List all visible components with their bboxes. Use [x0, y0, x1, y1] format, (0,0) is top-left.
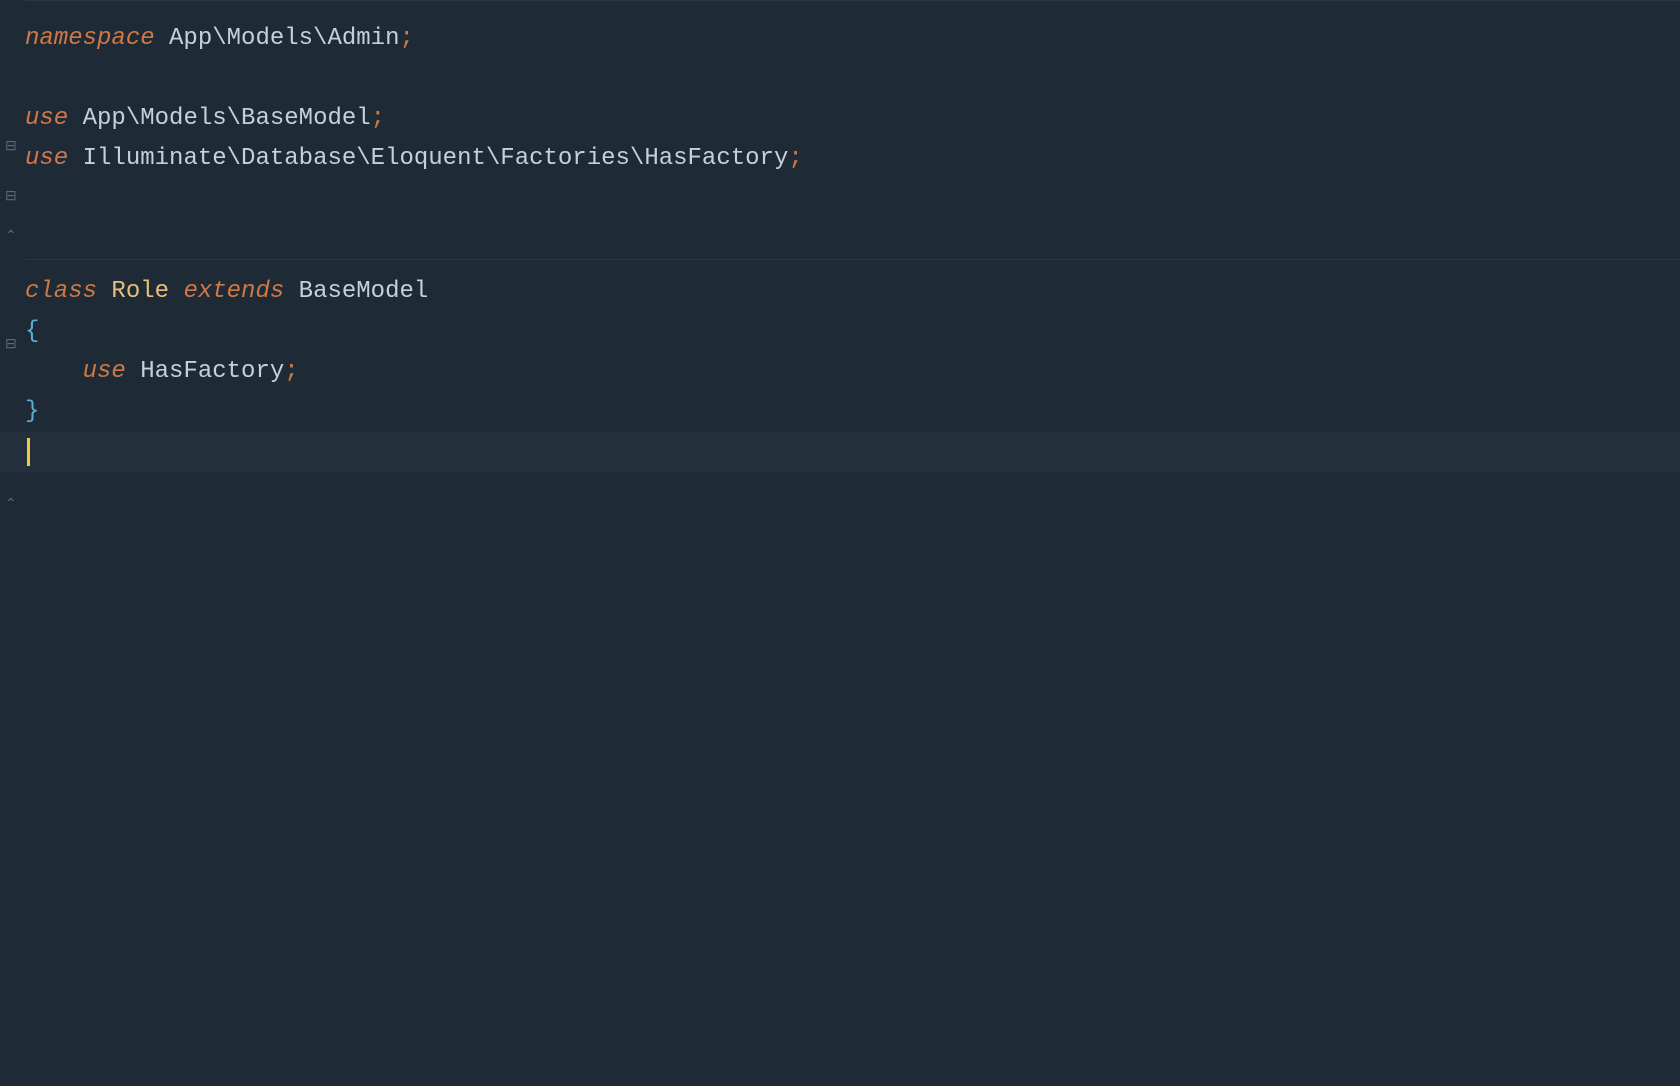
code-line[interactable]: }	[25, 392, 1680, 432]
code-line[interactable]: class Role extends BaseModel	[25, 272, 1680, 312]
semicolon: ;	[788, 139, 802, 179]
fold-marker-icon[interactable]: ⊟	[5, 334, 15, 344]
fold-end-icon: ⌃	[5, 494, 15, 504]
keyword-class: class	[25, 272, 97, 312]
code-text	[284, 272, 298, 312]
base-type: BaseModel	[299, 272, 429, 312]
section-divider	[25, 259, 1680, 260]
code-line[interactable]: use HasFactory;	[25, 352, 1680, 392]
namespace-path: App\Models\Admin	[169, 19, 399, 59]
use-path: App\Models\BaseModel	[83, 99, 371, 139]
code-line-empty[interactable]	[25, 219, 1680, 259]
keyword-extends: extends	[183, 272, 284, 312]
close-brace: }	[25, 392, 39, 432]
code-text	[155, 19, 169, 59]
indent	[25, 352, 83, 392]
code-text	[169, 272, 183, 312]
code-text	[97, 272, 111, 312]
code-text	[68, 139, 82, 179]
keyword-use: use	[83, 352, 126, 392]
open-brace: {	[25, 312, 39, 352]
code-line-empty[interactable]	[25, 179, 1680, 219]
keyword-namespace: namespace	[25, 19, 155, 59]
class-name: Role	[111, 272, 169, 312]
code-line[interactable]: use App\Models\BaseModel;	[25, 99, 1680, 139]
keyword-use: use	[25, 139, 68, 179]
keyword-use: use	[25, 99, 68, 139]
gutter: ⊟ ⊟ ⌃ ⊟ ⌃	[0, 0, 20, 1086]
use-path: Illuminate\Database\Eloquent\Factories\H…	[83, 139, 789, 179]
fold-end-icon: ⌃	[5, 226, 15, 236]
fold-marker-icon[interactable]: ⊟	[5, 136, 15, 146]
semicolon: ;	[399, 19, 413, 59]
code-text	[68, 99, 82, 139]
trait-name: HasFactory	[140, 352, 284, 392]
code-line-empty[interactable]	[25, 59, 1680, 99]
code-area[interactable]: namespace App\Models\Admin; use App\Mode…	[20, 0, 1680, 1086]
code-text	[126, 352, 140, 392]
text-cursor	[27, 438, 30, 466]
fold-marker-icon[interactable]: ⊟	[5, 186, 15, 196]
code-line[interactable]: use Illuminate\Database\Eloquent\Factori…	[25, 139, 1680, 179]
code-line[interactable]: {	[25, 312, 1680, 352]
semicolon: ;	[284, 352, 298, 392]
semicolon: ;	[371, 99, 385, 139]
section-divider	[25, 0, 1680, 1]
code-line[interactable]: namespace App\Models\Admin;	[25, 19, 1680, 59]
code-editor[interactable]: ⊟ ⊟ ⌃ ⊟ ⌃ namespace App\Models\Admin; us…	[0, 0, 1680, 1086]
code-line-current[interactable]	[0, 432, 1680, 472]
